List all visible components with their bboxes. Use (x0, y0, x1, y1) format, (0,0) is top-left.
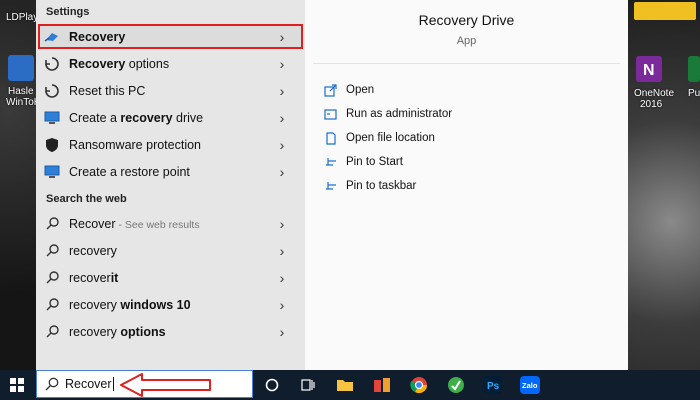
result-label-bold: Recovery (69, 29, 126, 44)
chrome-icon[interactable] (409, 375, 429, 395)
app-green-icon[interactable] (446, 375, 466, 395)
pin-icon (323, 155, 337, 169)
shield-icon (44, 137, 60, 153)
chevron-right-icon[interactable]: › (275, 164, 289, 180)
reset-pc-icon (44, 83, 60, 99)
recovery-options-icon (44, 56, 60, 72)
pin-taskbar-icon (323, 179, 337, 193)
web-result[interactable]: recovery options › (38, 319, 303, 344)
result-label-bold: Recovery (69, 56, 126, 71)
task-view-icon[interactable] (298, 375, 318, 395)
search-icon (44, 270, 60, 286)
svg-text:N: N (643, 62, 655, 79)
section-title-settings: Settings (46, 6, 90, 18)
desktop-label[interactable]: Pu (688, 88, 700, 99)
web-result[interactable]: Recover - See web results › (38, 211, 303, 236)
brand-logo-icon (634, 2, 696, 20)
zalo-icon[interactable]: Zalo (520, 375, 540, 395)
app-shortcut-icon[interactable] (8, 55, 34, 81)
action-label: Open (346, 84, 375, 96)
app-shortcut-icon[interactable] (688, 56, 700, 82)
web-result-label-bold: options (116, 324, 166, 339)
app-icon[interactable] (372, 375, 392, 395)
onenote-icon[interactable]: N (636, 56, 662, 82)
search-input[interactable]: Recover (65, 377, 112, 391)
zalo-label: Zalo (522, 381, 538, 390)
result-label: Create a restore point (69, 164, 190, 179)
result-label: drive (172, 110, 204, 125)
search-icon (44, 216, 60, 232)
desktop-label[interactable]: Hasle (8, 86, 34, 97)
photoshop-label: Ps (487, 381, 500, 392)
chevron-right-icon[interactable]: › (275, 137, 289, 153)
search-icon (45, 377, 59, 391)
action-pin-to-start[interactable]: Pin to Start (323, 152, 403, 172)
web-result-label: recovery (69, 297, 117, 312)
result-create-recovery-drive[interactable]: Create a recovery drive › (38, 105, 303, 130)
web-result[interactable]: recovery › (38, 238, 303, 263)
file-explorer-icon[interactable] (335, 375, 355, 395)
desktop-label[interactable]: 2016 (640, 99, 662, 110)
chevron-right-icon[interactable]: › (275, 56, 289, 72)
desktop-label[interactable]: LDPlay (6, 12, 38, 23)
action-open[interactable]: Open (323, 80, 374, 100)
result-label: Create a (69, 110, 121, 125)
run-admin-icon (323, 107, 337, 121)
chevron-right-icon[interactable]: › (275, 297, 289, 313)
result-label: Ransomware protection (69, 137, 202, 152)
text-caret (112, 377, 114, 391)
web-result-label: Recover (69, 216, 116, 231)
search-icon (44, 297, 60, 313)
photoshop-icon[interactable]: Ps (483, 375, 503, 395)
chevron-right-icon[interactable]: › (275, 216, 289, 232)
result-label-bold: recovery (120, 110, 173, 125)
action-open-file-location[interactable]: Open file location (323, 128, 435, 148)
result-create-restore-point[interactable]: Create a restore point › (38, 159, 303, 184)
result-label: options (125, 56, 170, 71)
action-label: Run as administrator (346, 108, 453, 120)
chevron-right-icon[interactable]: › (275, 83, 289, 99)
recovery-drive-icon (44, 110, 60, 126)
web-result-sublabel: - See web results (115, 218, 200, 231)
cortana-icon[interactable] (262, 375, 282, 395)
chevron-right-icon[interactable]: › (275, 110, 289, 126)
desktop-label[interactable]: OneNote (634, 88, 674, 99)
file-location-icon (323, 131, 337, 145)
result-reset-pc[interactable]: Reset this PC › (38, 78, 303, 103)
result-recovery[interactable]: Recovery › (38, 24, 303, 49)
web-result-label: recover (69, 270, 111, 285)
action-label: Pin to Start (346, 156, 403, 168)
search-icon (44, 324, 60, 340)
app-title: Recovery Drive (418, 12, 515, 28)
chevron-right-icon[interactable]: › (275, 270, 289, 286)
action-label: Pin to taskbar (346, 180, 417, 192)
web-result-label-bold: it (110, 270, 119, 285)
web-result-label: recovery (69, 243, 117, 258)
monitor-icon (44, 164, 60, 180)
app-detail-pane: Recovery Drive App Open Run as administr… (305, 0, 628, 370)
web-result[interactable]: recovery windows 10 › (38, 292, 303, 317)
divider (313, 63, 620, 64)
web-result-label: recovery (69, 324, 117, 339)
chevron-right-icon[interactable]: › (275, 29, 289, 45)
action-label: Open file location (346, 132, 435, 144)
result-ransomware-protection[interactable]: Ransomware protection › (38, 132, 303, 157)
result-label: Reset this PC (69, 83, 146, 98)
chevron-right-icon[interactable]: › (275, 243, 289, 259)
arrow-annotation-icon (120, 373, 211, 397)
search-icon (44, 243, 60, 259)
recovery-icon (44, 29, 60, 45)
web-result-label-bold: windows 10 (116, 297, 191, 312)
section-title-web: Search the web (46, 193, 127, 205)
chevron-right-icon[interactable]: › (275, 324, 289, 340)
open-icon (323, 83, 337, 97)
action-run-as-admin[interactable]: Run as administrator (323, 104, 452, 124)
windows-start-icon[interactable] (10, 378, 24, 392)
result-recovery-options[interactable]: Recovery options › (38, 51, 303, 76)
search-results-pane: Settings Recovery › Recovery options › R… (36, 0, 305, 370)
app-type: App (456, 35, 477, 47)
web-result[interactable]: recoverit › (38, 265, 303, 290)
action-pin-to-taskbar[interactable]: Pin to taskbar (323, 176, 416, 196)
